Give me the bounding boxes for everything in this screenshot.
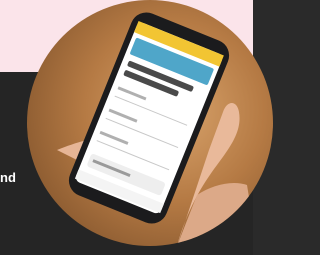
partial-heading-text: nd [0, 170, 16, 185]
circular-photo [27, 0, 273, 246]
hand-holding-phone-image [57, 12, 257, 246]
